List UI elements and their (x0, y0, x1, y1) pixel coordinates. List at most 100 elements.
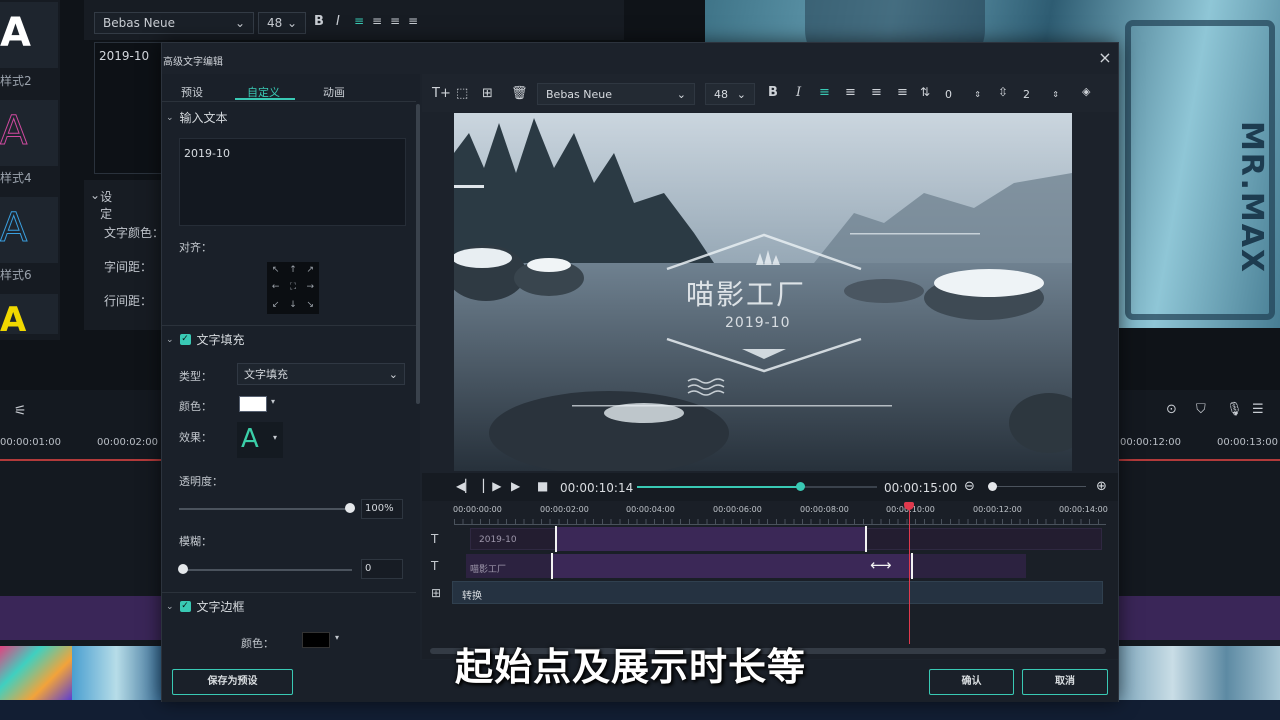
font-family-select[interactable]: Bebas Neue ⌄ (537, 83, 695, 105)
opacity-slider-track[interactable] (179, 508, 350, 510)
blur-value-box[interactable]: 0 (361, 559, 403, 579)
align-right-icon[interactable]: → (302, 279, 319, 296)
align-bottom-left-icon[interactable]: ↙ (267, 297, 284, 314)
bg-text-input[interactable]: 2019-10 (94, 42, 164, 174)
bg-clip-thumbnail[interactable] (72, 646, 161, 700)
play-icon[interactable]: ▶ (511, 479, 520, 493)
italic-button[interactable]: I (796, 85, 801, 100)
tab-animation[interactable]: 动画 (323, 84, 345, 100)
align-top-left-icon[interactable]: ↖ (267, 262, 284, 279)
left-panel-scrollbar[interactable] (416, 104, 420, 404)
text-border-section-header[interactable]: ⌄ ✓ 文字边框 (166, 598, 245, 615)
playback-progress-knob[interactable] (796, 482, 805, 491)
fill-type-dropdown[interactable]: 文字填充 ⌄ (237, 363, 405, 385)
align-left-icon[interactable]: ← (267, 279, 284, 296)
save-preset-button[interactable]: 保存为预设 (172, 669, 293, 695)
play-preview-icon[interactable]: ▏▶ (483, 479, 501, 493)
video-preview[interactable]: 喵影工厂 2019-10 (454, 113, 1072, 471)
justify-icon[interactable]: ≡ (897, 85, 908, 100)
zoom-in-icon[interactable]: ⊕ (1096, 479, 1107, 494)
bg-render-icon[interactable]: ⊙ (1166, 402, 1177, 417)
stepper-icon[interactable]: ⇕ (1052, 90, 1059, 99)
zoom-out-icon[interactable]: ⊖ (964, 479, 975, 494)
ruler-label: 00:00:02:00 (540, 505, 589, 514)
align-center-icon[interactable]: ≡ (845, 85, 856, 100)
align-left-icon[interactable]: ≡ (819, 85, 830, 100)
bg-font-select[interactable]: Bebas Neue ⌄ (94, 12, 254, 34)
align-bottom-icon[interactable]: ↓ (284, 297, 301, 314)
clip-start-handle[interactable] (555, 526, 557, 552)
chevron-down-icon: ⌄ (388, 367, 398, 381)
bold-button[interactable]: B (768, 85, 778, 100)
align-bottom-right-icon[interactable]: ↘ (302, 297, 319, 314)
bg-list-icon[interactable]: ☰ (1252, 402, 1264, 417)
preview-title-text[interactable]: 喵影工厂 (686, 273, 806, 313)
clip-end-handle[interactable] (865, 526, 867, 552)
opacity-value-box[interactable]: 100% (361, 499, 403, 519)
align-right-icon[interactable]: ≡ (871, 85, 882, 100)
timeline-ruler[interactable] (454, 519, 1106, 525)
bg-clip-thumbnail[interactable] (1119, 646, 1280, 700)
align-center-icon[interactable]: ⛶ (284, 279, 301, 296)
bg-align-left-icon[interactable]: ≡ (354, 14, 364, 28)
zoom-slider-track[interactable] (990, 486, 1086, 487)
opacity-slider-knob[interactable] (345, 503, 355, 513)
text-input-area[interactable]: 2019-10 (179, 138, 406, 226)
bg-audio-track (0, 700, 1280, 720)
alignment-grid[interactable]: ↖ ↑ ↗ ← ⛶ → ↙ ↓ ↘ (267, 262, 319, 314)
bg-align-right-icon[interactable]: ≡ (390, 14, 400, 28)
line-spacing-input[interactable]: 2 ⇕ (1015, 83, 1067, 105)
bg-align-center-icon[interactable]: ≡ (372, 14, 382, 28)
border-checkbox[interactable]: ✓ (179, 601, 191, 612)
text-box-icon[interactable]: ⬚ (456, 86, 468, 101)
style-tile[interactable]: A (0, 197, 58, 263)
bg-mic-icon[interactable]: 🎙 (1226, 402, 1243, 417)
close-icon[interactable]: × (1096, 49, 1114, 67)
style-tile[interactable]: A (0, 2, 58, 68)
step-back-icon[interactable]: ◀▏ (456, 479, 474, 493)
bg-italic-button[interactable]: I (336, 14, 340, 29)
clip-start-handle[interactable] (551, 553, 553, 579)
style-tile[interactable]: A (0, 294, 58, 340)
bg-justify-icon[interactable]: ≡ (408, 14, 418, 28)
char-spacing-input[interactable]: 0 ⇕ (937, 83, 989, 105)
caret-down-icon[interactable]: ▾ (335, 633, 339, 642)
border-color-swatch[interactable] (302, 632, 330, 648)
bg-shield-icon[interactable]: ⛉ (1196, 402, 1206, 417)
clip-end-handle[interactable] (911, 553, 913, 579)
stepper-icon[interactable]: ⇕ (974, 90, 981, 99)
blur-slider-knob[interactable] (178, 564, 188, 574)
timeline-playhead[interactable] (909, 508, 910, 644)
transition-track-icon: ⊞ (431, 586, 442, 600)
fill-color-swatch[interactable] (239, 396, 267, 412)
bg-clip-thumbnail[interactable] (0, 646, 72, 700)
style-tile[interactable]: A (0, 100, 58, 166)
bg-adjust-icon[interactable]: ⚟ (14, 403, 27, 419)
caret-down-icon[interactable]: ▾ (271, 397, 275, 406)
stop-icon[interactable]: ■ (537, 479, 548, 493)
tab-presets[interactable]: 预设 (181, 84, 203, 100)
keyframe-icon[interactable]: ◈ (1082, 85, 1090, 98)
align-top-right-icon[interactable]: ↗ (302, 262, 319, 279)
align-top-icon[interactable]: ↑ (284, 262, 301, 279)
bg-bold-button[interactable]: B (314, 14, 324, 29)
fill-checkbox[interactable]: ✓ (179, 334, 191, 345)
ok-button[interactable]: 确认 (929, 669, 1014, 695)
input-text-section-header[interactable]: ⌄ 输入文本 (166, 109, 228, 126)
font-size-select[interactable]: 48 ⌄ (705, 83, 755, 105)
add-text-icon[interactable]: T+ (432, 86, 451, 101)
effect-picker[interactable]: A ▾ (237, 422, 283, 458)
text-clip-selected[interactable] (552, 554, 911, 578)
text-fill-section-header[interactable]: ⌄ ✓ 文字填充 (166, 331, 245, 348)
cancel-button[interactable]: 取消 (1022, 669, 1108, 695)
text-clip-selected[interactable] (556, 527, 866, 551)
bg-size-select[interactable]: 48 ⌄ (258, 12, 306, 34)
delete-icon[interactable]: 🗑 (511, 86, 528, 101)
blur-slider-track[interactable] (179, 569, 352, 571)
transition-row[interactable] (452, 581, 1103, 604)
preview-date-text[interactable]: 2019-10 (725, 315, 791, 331)
ruler-label: 00:00:08:00 (800, 505, 849, 514)
zoom-slider-knob[interactable] (988, 482, 997, 491)
add-shape-icon[interactable]: ⊞ (482, 86, 493, 101)
char-spacing-value: 0 (945, 87, 952, 101)
